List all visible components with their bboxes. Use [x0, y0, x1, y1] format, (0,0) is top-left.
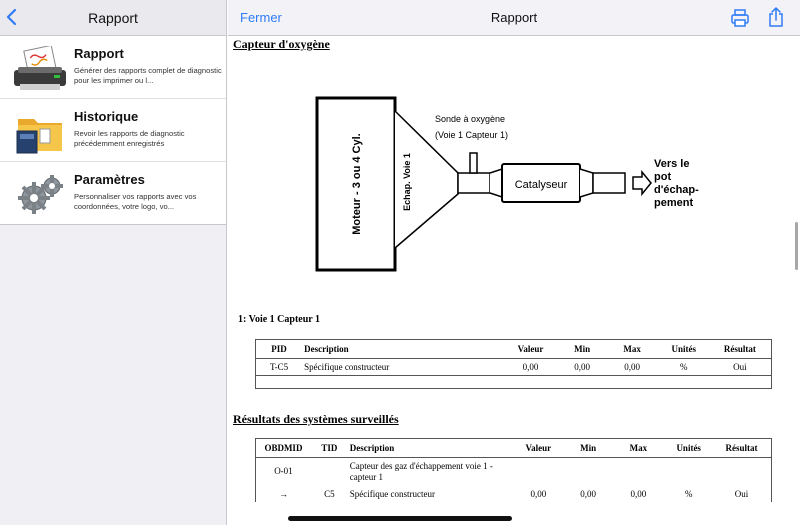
- cell-max: 0,00: [630, 489, 647, 499]
- cell-value: 0,00: [530, 489, 547, 499]
- probe-label-line2: (Voie 1 Capteur 1): [435, 130, 508, 140]
- probe-label-line1: Sonde à oxygène: [435, 114, 505, 124]
- col-header: Max: [611, 439, 666, 458]
- printer-icon[interactable]: [730, 8, 750, 28]
- col-header: Valeur: [502, 340, 559, 359]
- sidebar-nav-bar: Rapport: [0, 0, 226, 36]
- cell-units: %: [658, 358, 709, 376]
- cell-pid: T-C5: [256, 358, 303, 376]
- cell-min: 0,00: [580, 489, 596, 499]
- menu-item-historique[interactable]: Historique Revoir les rapports de diagno…: [0, 99, 226, 162]
- col-header: Min: [558, 340, 606, 359]
- cell-min: 0,00: [558, 358, 606, 376]
- col-header: Min: [564, 439, 612, 458]
- cell-units: %: [684, 489, 693, 499]
- cell-arrow: →: [278, 489, 288, 499]
- printer-report-icon: [14, 46, 66, 90]
- col-header: Max: [605, 340, 659, 359]
- col-header: Résultat: [712, 439, 771, 458]
- col-header: OBDMID: [256, 439, 311, 458]
- sensor-label: 1: Voie 1 Capteur 1: [238, 314, 321, 325]
- menu-list: Rapport Générer des rapports complet de …: [0, 36, 226, 225]
- report-pane: Fermer Rapport Capteur d'oxygène Moteur …: [228, 0, 800, 525]
- outlet-label-line2: pot: [654, 171, 671, 183]
- outlet-label-line4: pement: [654, 197, 693, 209]
- outlet-label-line3: d'échap-: [654, 184, 699, 196]
- gears-icon: [18, 175, 63, 214]
- exhaust-label: Echap. Voie 1: [402, 153, 412, 211]
- monitored-systems-heading: Résultats des systèmes surveillés: [233, 412, 399, 426]
- table-row: T-C5 Spécifique constructeur 0,00 0,00 0…: [256, 358, 771, 376]
- catalyst-label: Catalyseur: [515, 179, 568, 191]
- col-header: Unités: [658, 340, 709, 359]
- home-indicator[interactable]: [288, 516, 512, 521]
- col-header: TID: [310, 439, 348, 458]
- menu-item-parametres[interactable]: Paramètres Personnaliser vos rapports av…: [0, 162, 226, 225]
- table-row: → C5 Spécifique constructeur 0,00 0,00 0…: [256, 486, 771, 502]
- menu-item-description: Générer des rapports complet de diagnost…: [74, 66, 222, 85]
- report-document: Capteur d'oxygène Moteur - 3 ou 4 Cyl. E…: [228, 36, 800, 525]
- folder-archive-icon: [16, 119, 62, 154]
- menu-item-title: Rapport: [74, 46, 124, 61]
- exhaust-pipe-1: [457, 172, 491, 194]
- menu-item-title: Historique: [74, 109, 139, 124]
- obdmid-table: OBDMID TID Description Valeur Min Max Un…: [255, 438, 772, 502]
- col-header: Description: [302, 340, 503, 359]
- report-nav-bar: Fermer Rapport: [228, 0, 800, 36]
- col-header: Description: [347, 439, 512, 458]
- exhaust-pipe-2: [592, 172, 626, 194]
- menu-item-description: Revoir les rapports de diagnostic précéd…: [74, 129, 185, 148]
- outlet-label-line1: Vers le: [654, 158, 689, 170]
- cell-group-description: Capteur des gaz d'échappement voie 1 - c…: [349, 461, 493, 482]
- outlet-arrow-icon: [632, 169, 652, 197]
- oxygen-sensor-heading: Capteur d'oxygène: [233, 37, 330, 51]
- sidebar: Rapport Rapport Générer des rapports com…: [0, 0, 227, 525]
- engine-label: Moteur - 3 ou 4 Cyl.: [351, 133, 363, 234]
- scrollbar[interactable]: [795, 222, 798, 270]
- sidebar-title: Rapport: [88, 10, 138, 26]
- cell-obdmid: O-01: [274, 466, 293, 476]
- cell-result: Oui: [734, 489, 749, 499]
- col-header: Unités: [665, 439, 713, 458]
- cell-value: 0,00: [502, 358, 559, 376]
- share-icon[interactable]: [766, 6, 786, 28]
- oxygen-probe: [469, 152, 478, 174]
- menu-item-rapport[interactable]: Rapport Générer des rapports complet de …: [0, 36, 226, 99]
- pid-table: PID Description Valeur Min Max Unités Ré…: [255, 339, 772, 389]
- cell-max: 0,00: [605, 358, 659, 376]
- col-header: PID: [256, 340, 303, 359]
- cell-result: Oui: [708, 358, 771, 376]
- cell-description: Spécifique constructeur: [302, 358, 503, 376]
- cell-description: Spécifique constructeur: [349, 489, 435, 499]
- exhaust-diagram: Moteur - 3 ou 4 Cyl. Echap. Voie 1 Catal…: [315, 96, 699, 272]
- col-header: Résultat: [708, 340, 771, 359]
- cell-tid: C5: [324, 489, 335, 499]
- report-title: Rapport: [490, 10, 538, 25]
- table-group-row: O-01 Capteur des gaz d'échappement voie …: [256, 458, 771, 487]
- menu-item-title: Paramètres: [74, 172, 145, 187]
- menu-item-description: Personnaliser vos rapports avec vos coor…: [74, 192, 197, 211]
- col-header: Valeur: [511, 439, 565, 458]
